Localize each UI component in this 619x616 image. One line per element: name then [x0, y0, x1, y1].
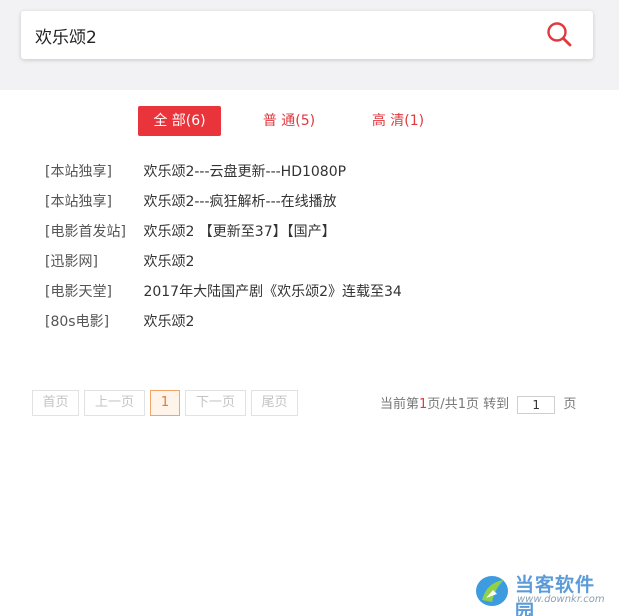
result-title-link[interactable]: 欢乐颂2---云盘更新---HD1080P	[143, 164, 346, 180]
tab-hd[interactable]: 高 清(1)	[361, 106, 435, 136]
page-info-unit: 页	[563, 397, 577, 412]
result-title-link[interactable]: 欢乐颂2 【更新至37】【国产】	[143, 224, 335, 240]
result-source: [本站独享]	[45, 164, 112, 180]
result-row: [电影天堂] 2017年大陆国产剧《欢乐颂2》连载至34	[45, 277, 605, 307]
result-title-link[interactable]: 2017年大陆国产剧《欢乐颂2》连载至34	[143, 284, 401, 300]
watermark-url: www.downkr.com	[517, 594, 605, 605]
result-source: [本站独享]	[45, 194, 112, 210]
page-info: 当前第1页/共1页 转到 页	[380, 393, 576, 414]
result-title-link[interactable]: 欢乐颂2	[143, 314, 194, 330]
page-info-suffix: 页 转到	[465, 397, 510, 412]
result-title-link[interactable]: 欢乐颂2	[143, 254, 194, 270]
next-page-button[interactable]: 下一页	[185, 390, 246, 416]
current-page-button[interactable]: 1	[150, 390, 180, 416]
search-button[interactable]	[543, 20, 575, 50]
watermark: 当客软件园 www.downkr.com	[473, 570, 613, 616]
search-input[interactable]	[35, 11, 515, 59]
search-area	[0, 0, 619, 90]
result-list: [本站独享] 欢乐颂2---云盘更新---HD1080P [本站独享] 欢乐颂2…	[45, 157, 605, 337]
result-source: [80s电影]	[45, 314, 110, 330]
logo-icon	[476, 576, 508, 606]
prev-page-button[interactable]: 上一页	[84, 390, 145, 416]
page-info-mid: 页/共	[427, 397, 458, 412]
watermark-text: 当客软件园	[515, 574, 596, 616]
tab-normal[interactable]: 普 通(5)	[252, 106, 326, 136]
result-row: [电影首发站] 欢乐颂2 【更新至37】【国产】	[45, 217, 605, 247]
result-row: [80s电影] 欢乐颂2	[45, 307, 605, 337]
result-row: [本站独享] 欢乐颂2---疯狂解析---在线播放	[45, 187, 605, 217]
page-info-prefix: 当前第	[380, 397, 420, 412]
result-source: [电影首发站]	[45, 224, 126, 240]
tab-all[interactable]: 全 部(6)	[138, 106, 221, 136]
last-page-button[interactable]: 尾页	[251, 390, 298, 416]
first-page-button[interactable]: 首页	[32, 390, 79, 416]
result-row: [本站独享] 欢乐颂2---云盘更新---HD1080P	[45, 157, 605, 187]
search-icon	[547, 22, 572, 47]
result-source: [迅影网]	[45, 254, 98, 270]
goto-page-input[interactable]	[517, 395, 556, 414]
result-source: [电影天堂]	[45, 284, 112, 300]
search-box	[21, 11, 593, 59]
page-info-total: 1	[457, 397, 466, 412]
filter-tabs: 全 部(6) 普 通(5) 高 清(1)	[0, 106, 619, 136]
result-title-link[interactable]: 欢乐颂2---疯狂解析---在线播放	[143, 194, 336, 210]
result-row: [迅影网] 欢乐颂2	[45, 247, 605, 277]
